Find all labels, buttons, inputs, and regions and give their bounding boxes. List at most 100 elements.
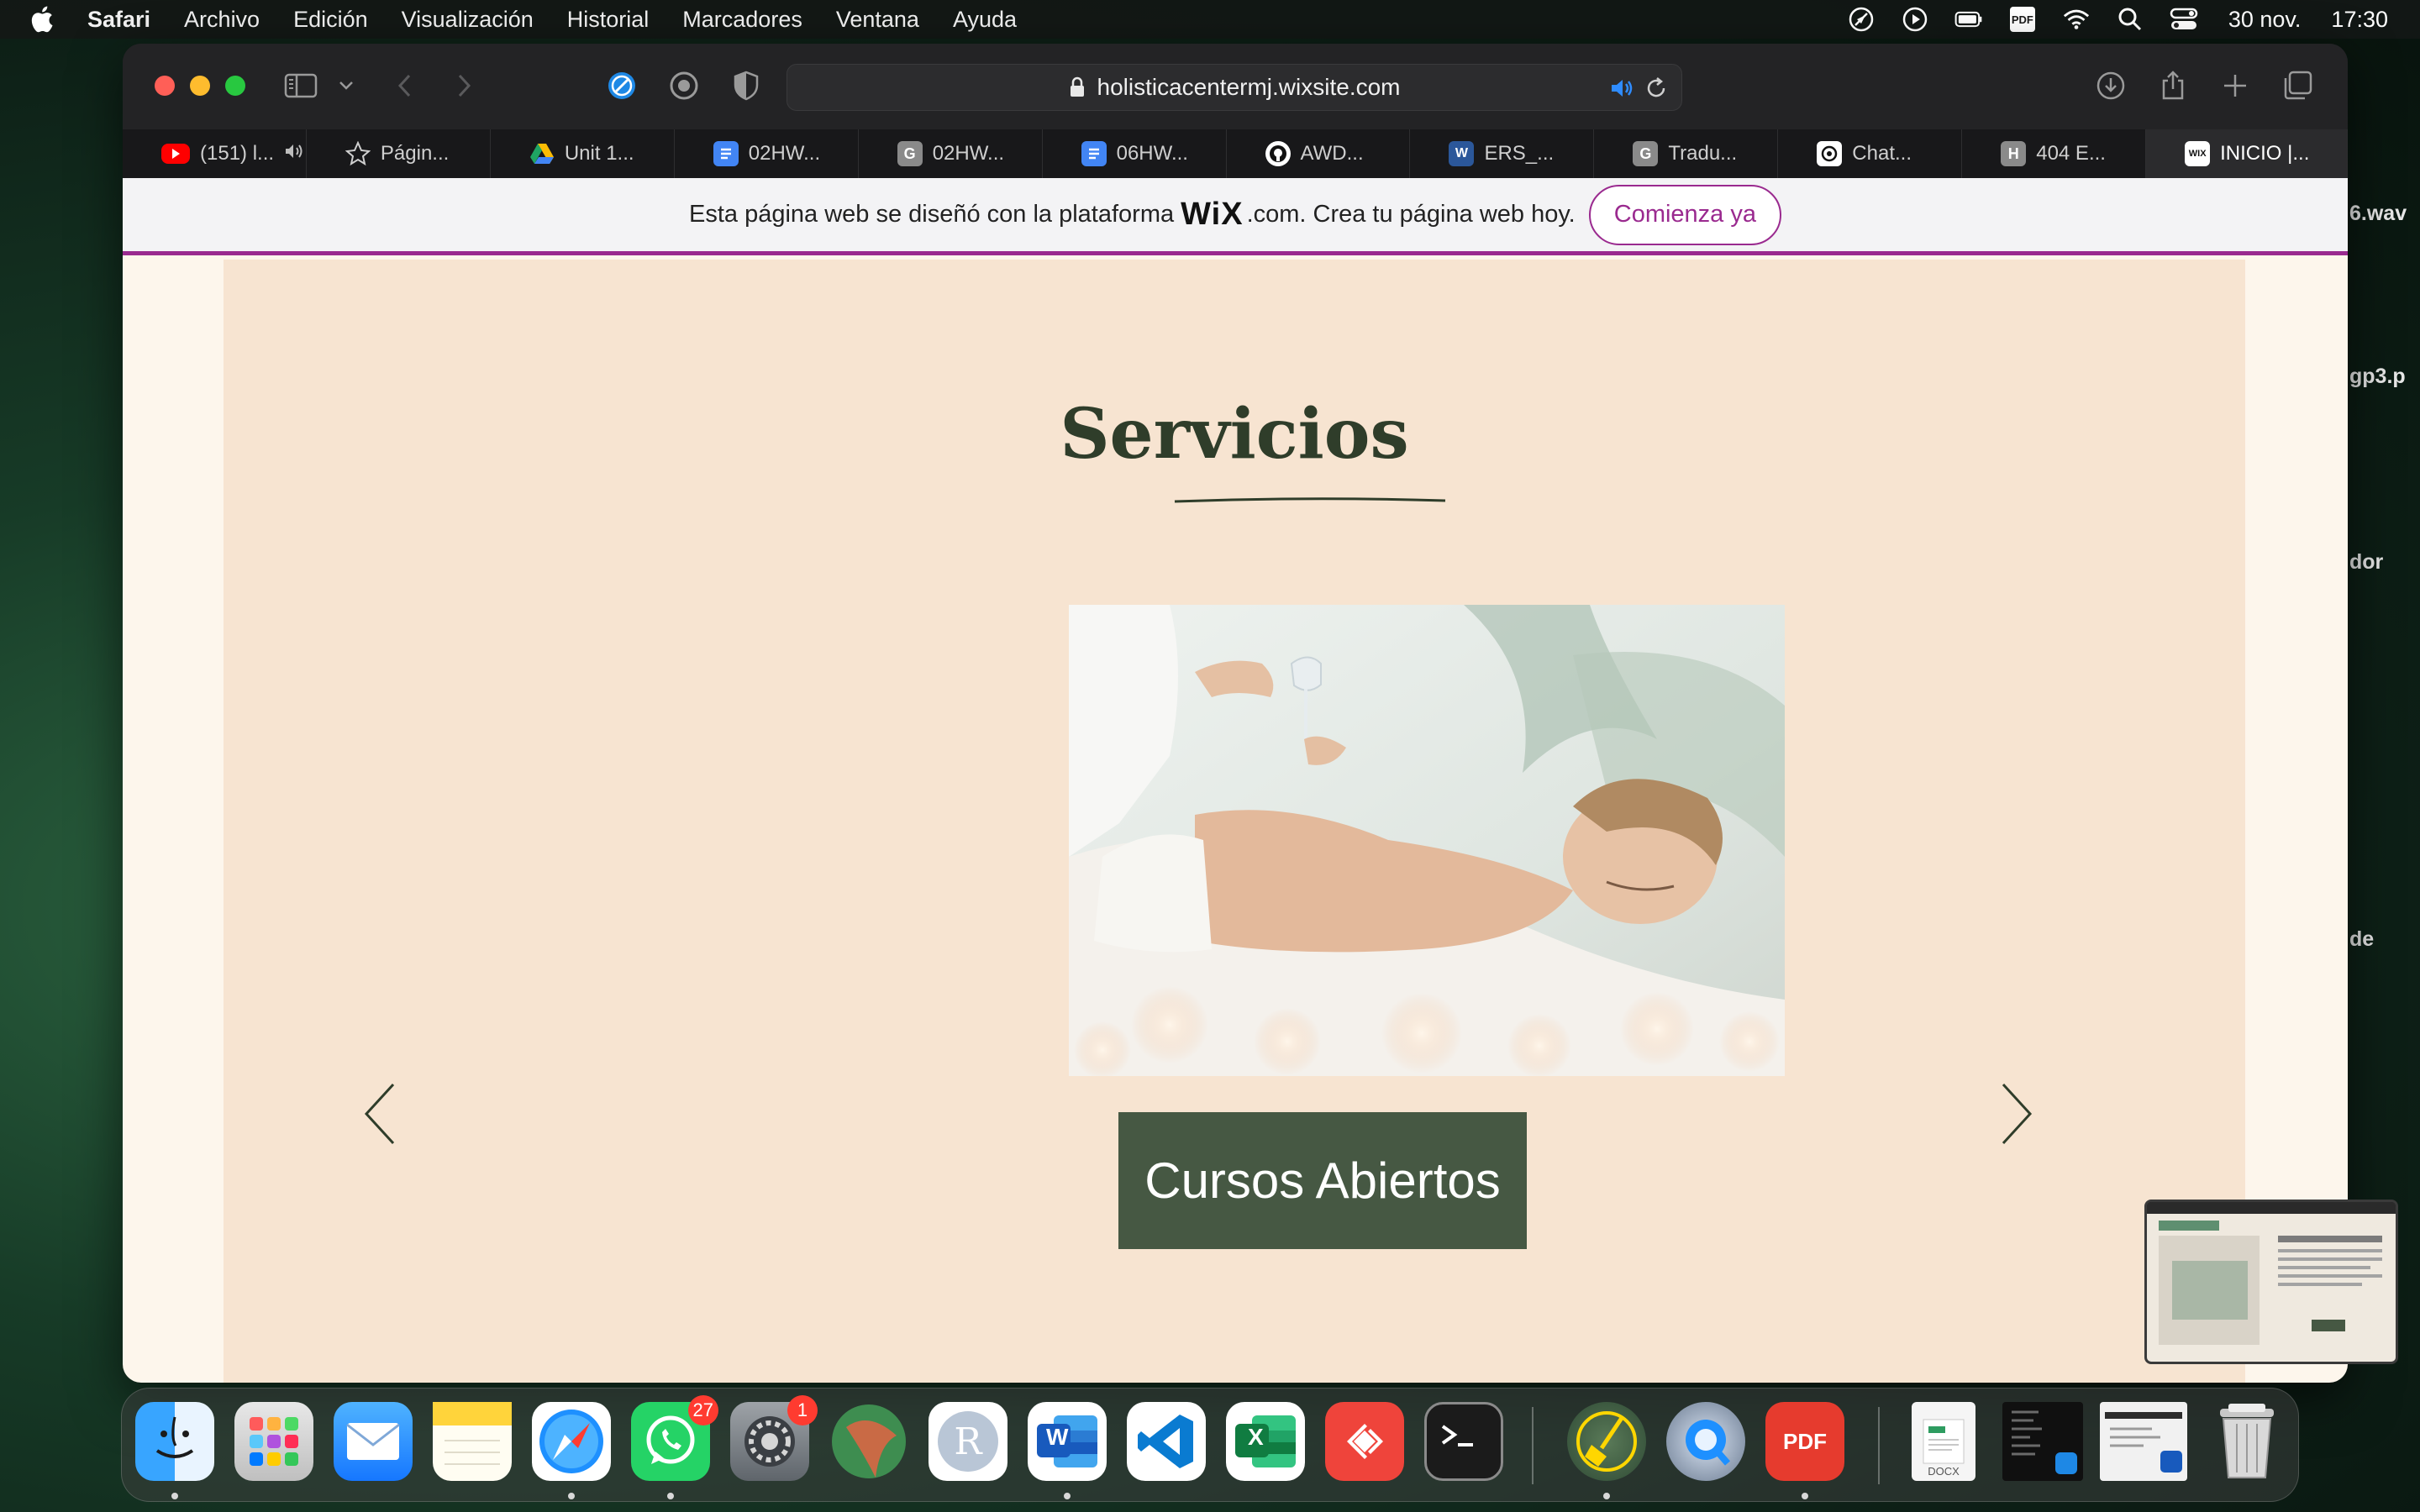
system-settings-icon[interactable]: 1 <box>730 1395 818 1481</box>
desktop-file-label-de[interactable]: de <box>2349 927 2374 952</box>
wix-logo[interactable]: WiX <box>1181 197 1243 233</box>
docx-file-icon[interactable]: DOCX <box>1912 1402 1975 1481</box>
tab-404[interactable]: H 404 E... <box>1962 129 2147 178</box>
service-photo <box>1069 605 1785 1076</box>
speaker-icon[interactable] <box>1609 76 1634 107</box>
apple-menu-icon[interactable] <box>29 5 57 34</box>
control-center-icon[interactable] <box>2170 5 2198 34</box>
menu-ayuda[interactable]: Ayuda <box>953 7 1017 33</box>
tab-inicio[interactable]: WIX INICIO |... <box>2146 129 2348 178</box>
minimized-window-thumbnail[interactable] <box>2100 1402 2187 1481</box>
reload-icon[interactable] <box>1644 76 1668 107</box>
safari-toolbar: holisticacentermj.wixsite.com <box>123 44 2348 129</box>
tab-tradu[interactable]: G Tradu... <box>1594 129 1779 178</box>
chevron-down-icon[interactable] <box>329 69 363 102</box>
close-window-button[interactable] <box>155 76 175 96</box>
cursos-abiertos-button[interactable]: Cursos Abiertos <box>1118 1112 1527 1249</box>
minimized-window-thumbnail[interactable] <box>2002 1402 2083 1481</box>
wix-icon: WIX <box>2185 141 2211 166</box>
anydesk-icon[interactable] <box>1325 1402 1404 1481</box>
whatsapp-icon[interactable]: 27 <box>631 1395 718 1481</box>
menu-app-name[interactable]: Safari <box>87 7 150 33</box>
carousel-next-arrow-icon[interactable] <box>2000 1083 2033 1145</box>
running-indicator <box>1802 1493 1808 1499</box>
quicktime-icon[interactable] <box>1666 1402 1745 1481</box>
search-icon[interactable] <box>2116 5 2144 34</box>
menu-date[interactable]: 30 nov. <box>2228 7 2302 33</box>
minimize-window-button[interactable] <box>190 76 210 96</box>
downloads-icon[interactable] <box>2094 69 2128 102</box>
menu-time[interactable]: 17:30 <box>2331 7 2388 33</box>
wifi-icon[interactable] <box>2062 5 2091 34</box>
tab-unit1[interactable]: Unit 1... <box>491 129 675 178</box>
services-section: Servicios Cursos Abiertos <box>224 260 2245 1383</box>
tab-pagina[interactable]: Págin... <box>307 129 491 178</box>
tab-youtube[interactable]: (151) l... <box>123 129 307 178</box>
notes-icon[interactable] <box>433 1402 512 1481</box>
openai-icon <box>1817 141 1843 166</box>
url-text[interactable]: holisticacentermj.wixsite.com <box>1097 74 1401 101</box>
launchpad-icon[interactable] <box>234 1402 313 1481</box>
tab-06hw[interactable]: 06HW... <box>1043 129 1227 178</box>
excel-label: X <box>1248 1424 1264 1450</box>
tab-awd[interactable]: AWD... <box>1227 129 1411 178</box>
pdf-icon[interactable]: PDF <box>2008 5 2037 34</box>
record-extension-icon[interactable] <box>667 69 701 102</box>
tab-chat[interactable]: Chat... <box>1778 129 1963 178</box>
word-icon: W <box>1449 141 1475 166</box>
trash-icon[interactable] <box>2207 1402 2286 1481</box>
menu-visualizacion[interactable]: Visualización <box>402 7 534 33</box>
play-icon[interactable] <box>1901 5 1929 34</box>
compass-extension-icon[interactable] <box>605 69 639 102</box>
docx-label: DOCX <box>1928 1465 1960 1478</box>
desktop-file-label-wav[interactable]: 6.wav <box>2349 202 2407 226</box>
zoom-window-button[interactable] <box>225 76 245 96</box>
youtube-icon <box>161 144 190 164</box>
excel-icon[interactable]: X <box>1226 1402 1305 1481</box>
tab-label: (151) l... <box>200 142 275 165</box>
safari-window: holisticacentermj.wixsite.com (151) l...… <box>123 44 2348 1383</box>
word-icon[interactable]: W <box>1028 1402 1107 1481</box>
pdf-expert-icon[interactable]: PDF <box>1765 1402 1844 1481</box>
back-arrow-icon[interactable] <box>388 69 422 102</box>
google-docs-icon <box>1081 141 1107 166</box>
menu-ventana[interactable]: Ventana <box>836 7 919 33</box>
menu-marcadores[interactable]: Marcadores <box>682 7 802 33</box>
window-controls <box>155 76 245 96</box>
running-indicator <box>568 1493 575 1499</box>
tab-ers[interactable]: W ERS_... <box>1410 129 1595 178</box>
new-tab-icon[interactable] <box>2218 69 2252 102</box>
safari-icon[interactable] <box>532 1402 611 1481</box>
finder-icon[interactable] <box>135 1402 214 1481</box>
desktop-file-label-mp3[interactable]: gp3.p <box>2349 365 2406 389</box>
terminal-icon[interactable] <box>1424 1402 1503 1481</box>
tab-label: 404 E... <box>2036 142 2106 165</box>
wix-banner-text-after: .com. Crea tu página web hoy. <box>1246 201 1576 228</box>
tab-02hw-grammarly[interactable]: G 02HW... <box>859 129 1043 178</box>
r-icon[interactable]: R <box>929 1402 1007 1481</box>
share-icon[interactable] <box>2156 69 2190 102</box>
speaker-icon[interactable] <box>284 142 304 166</box>
tab-label: INICIO |... <box>2220 142 2310 165</box>
sidebar-toggle-icon[interactable] <box>284 69 318 102</box>
window-preview-thumbnail[interactable] <box>2144 1200 2398 1364</box>
vscode-icon[interactable] <box>1127 1402 1206 1481</box>
location-icon[interactable] <box>1847 5 1876 34</box>
tab-label: AWD... <box>1300 142 1364 165</box>
reaper-icon[interactable] <box>829 1402 908 1481</box>
carousel-prev-arrow-icon[interactable] <box>363 1083 397 1145</box>
shield-icon[interactable] <box>729 69 763 102</box>
desktop-file-label-dor[interactable]: dor <box>2349 550 2383 575</box>
wix-promo-banner: Esta página web se diseñó con la platafo… <box>123 178 2348 255</box>
mail-icon[interactable] <box>334 1402 413 1481</box>
menu-archivo[interactable]: Archivo <box>184 7 260 33</box>
menu-edicion[interactable]: Edición <box>293 7 368 33</box>
tab-02hw-docs[interactable]: 02HW... <box>675 129 859 178</box>
forward-arrow-icon[interactable] <box>447 69 481 102</box>
battery-icon[interactable] <box>1954 5 1983 34</box>
menu-historial[interactable]: Historial <box>567 7 650 33</box>
tab-overview-icon[interactable] <box>2281 69 2314 102</box>
comienza-ya-button[interactable]: Comienza ya <box>1588 184 1781 245</box>
address-bar[interactable]: holisticacentermj.wixsite.com <box>786 64 1682 111</box>
broom-cleaner-icon[interactable] <box>1567 1402 1646 1481</box>
